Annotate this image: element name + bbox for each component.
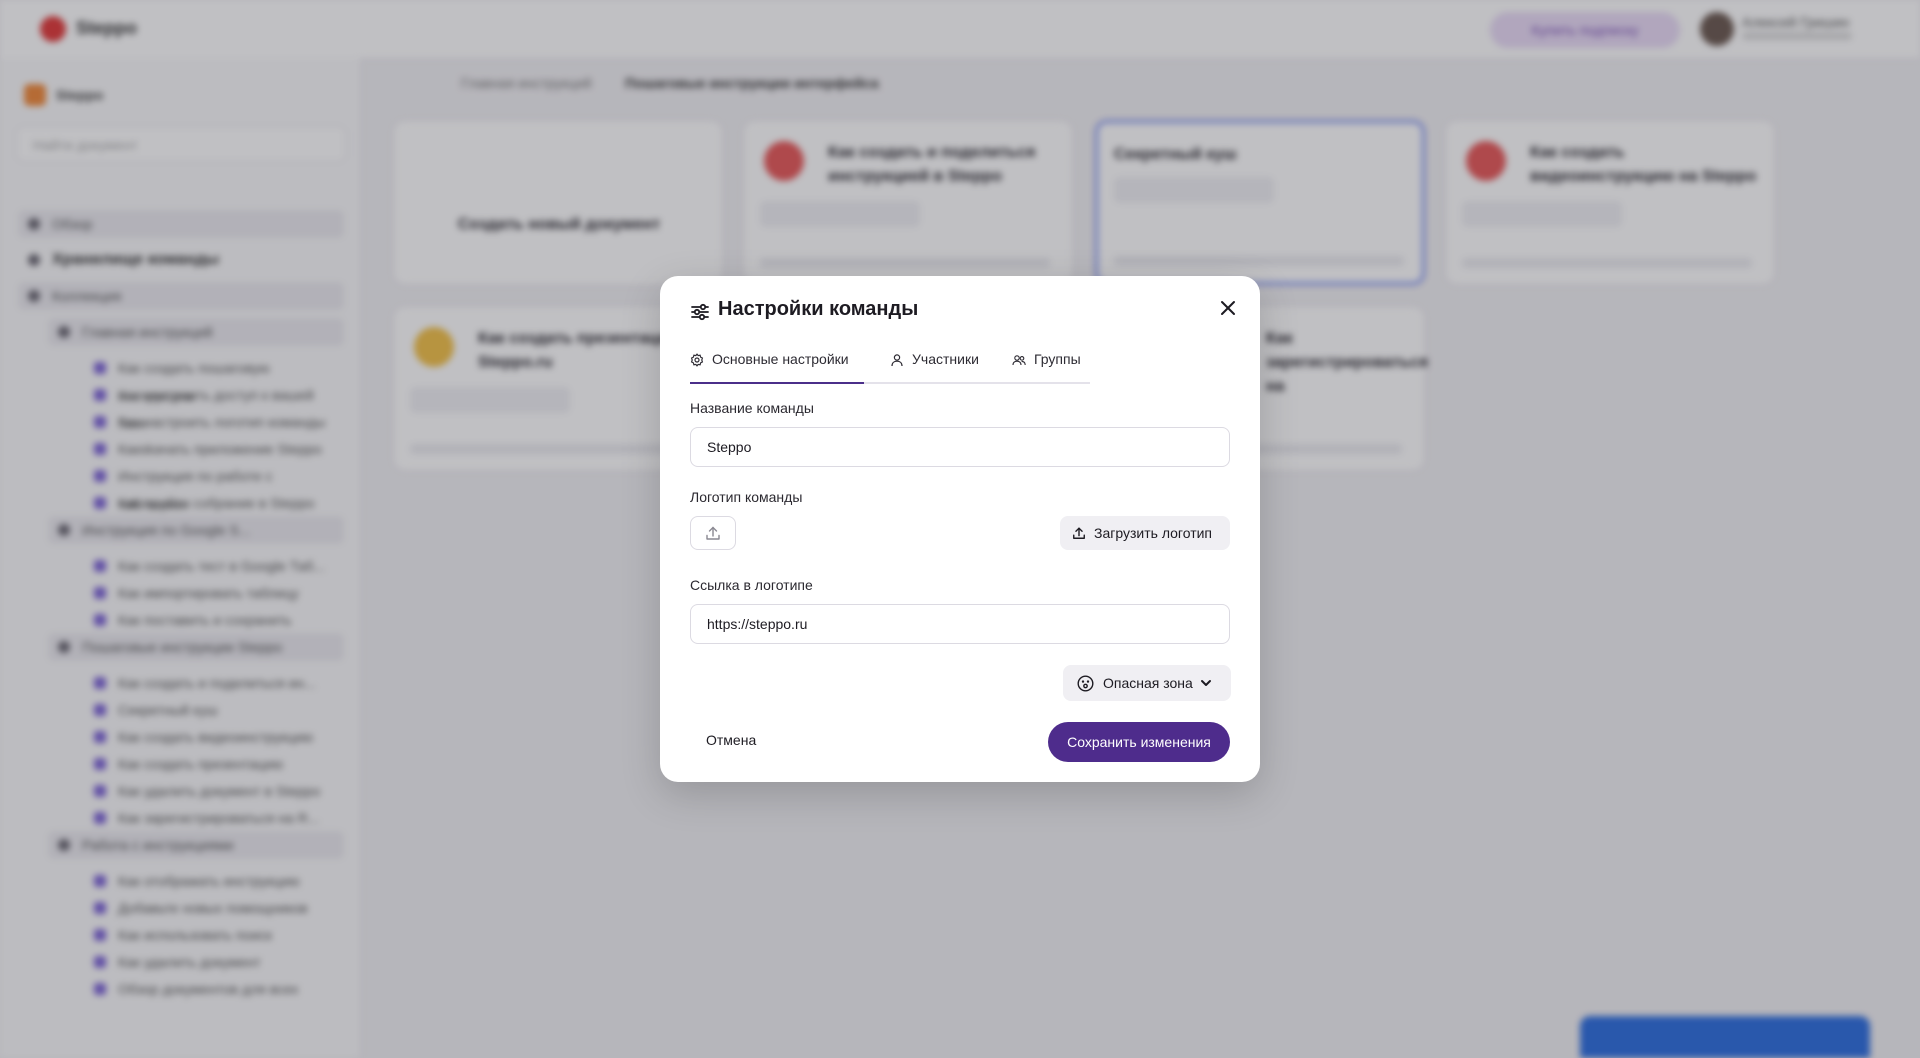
close-button[interactable] — [1214, 294, 1242, 322]
person-icon — [891, 354, 903, 367]
logo-preview-upload[interactable] — [690, 516, 736, 550]
logo-link-input[interactable] — [690, 604, 1230, 644]
tab-members[interactable]: Участники — [890, 348, 990, 382]
tab-general-settings[interactable]: Основные настройки — [690, 348, 864, 384]
settings-tabs: Основные настройки Участники Группы — [690, 348, 1090, 384]
save-changes-button[interactable]: Сохранить изменения — [1048, 722, 1230, 762]
team-name-label: Название команды — [690, 400, 814, 416]
close-icon — [1221, 301, 1235, 315]
tab-label: Группы — [1034, 351, 1081, 367]
modal-title: Настройки команды — [718, 298, 919, 320]
chevron-down-icon — [1201, 680, 1211, 686]
danger-zone-toggle[interactable]: Опасная зона — [1063, 665, 1231, 701]
team-logo-label: Логотип команды — [690, 489, 803, 505]
gear-icon — [690, 353, 704, 367]
cancel-button[interactable]: Отмена — [706, 732, 756, 748]
upload-logo-button[interactable]: Загрузить логотип — [1060, 516, 1230, 550]
upload-icon — [706, 526, 720, 540]
sliders-icon — [691, 303, 709, 321]
upload-logo-label: Загрузить логотип — [1094, 525, 1213, 541]
group-icon — [1012, 355, 1026, 366]
tab-groups[interactable]: Группы — [1012, 348, 1090, 382]
team-settings-modal: Настройки команды Основные настройки Уча… — [660, 276, 1260, 782]
danger-zone-label: Опасная зона — [1103, 675, 1193, 691]
tab-label: Основные настройки — [712, 351, 849, 367]
logo-link-label: Ссылка в логотипе — [690, 577, 813, 593]
upload-icon — [1073, 527, 1085, 539]
shocked-face-icon — [1077, 675, 1094, 692]
team-name-input[interactable] — [690, 427, 1230, 467]
tab-label: Участники — [912, 351, 979, 367]
